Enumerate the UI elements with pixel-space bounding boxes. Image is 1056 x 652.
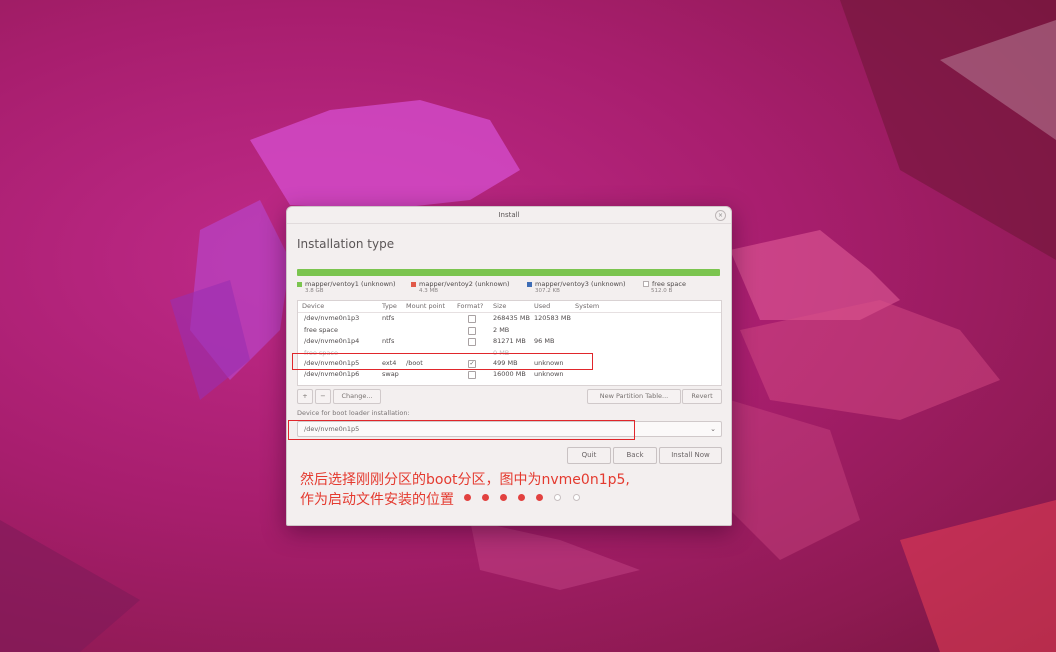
cell-used: 120583 MB xyxy=(534,314,571,322)
progress-dots xyxy=(464,494,586,502)
legend-label: mapper/ventoy1 (unknown) xyxy=(305,280,396,288)
chevron-down-icon: ⌄ xyxy=(710,425,716,433)
table-header: Device Type Mount point Format? Size Use… xyxy=(298,301,721,313)
format-checkbox[interactable] xyxy=(468,371,476,379)
cell-device: free space xyxy=(304,325,338,334)
partition-legend: mapper/ventoy1 (unknown) 3.8 GB mapper/v… xyxy=(297,280,727,298)
new-partition-table-button[interactable]: New Partition Table... xyxy=(587,389,681,404)
progress-dot xyxy=(536,494,544,501)
format-checkbox[interactable] xyxy=(468,315,476,323)
column-size[interactable]: Size xyxy=(493,302,506,310)
color-swatch xyxy=(411,281,416,287)
annotation-line: 然后选择刚刚分区的boot分区，图中为nvme0n1p5, xyxy=(300,472,630,488)
close-icon[interactable]: × xyxy=(715,210,726,221)
partition-table: Device Type Mount point Format? Size Use… xyxy=(297,300,722,386)
boot-loader-label: Device for boot loader installation: xyxy=(297,409,410,417)
progress-dot xyxy=(554,494,562,501)
revert-button[interactable]: Revert xyxy=(682,389,722,404)
partition-usage-bar xyxy=(297,269,720,276)
cell-type: swap xyxy=(382,370,399,378)
highlight-box-boot-row xyxy=(292,353,593,370)
window-title: Install xyxy=(498,211,520,219)
cell-size: 268435 MB xyxy=(493,314,530,322)
legend-size: 512.0 B xyxy=(651,288,673,294)
cell-type: ntfs xyxy=(382,337,395,345)
column-mount-point[interactable]: Mount point xyxy=(406,302,445,310)
legend-item-ventoy1: mapper/ventoy1 (unknown) 3.8 GB xyxy=(297,280,396,294)
remove-partition-button[interactable]: − xyxy=(315,389,331,404)
cell-device: /dev/nvme0n1p3 xyxy=(304,314,360,322)
column-format[interactable]: Format? xyxy=(457,302,483,310)
page-title: Installation type xyxy=(297,237,395,251)
progress-dot xyxy=(464,494,471,501)
progress-dot xyxy=(482,494,490,501)
legend-label: mapper/ventoy3 (unknown) xyxy=(535,280,626,288)
table-row[interactable]: /dev/nvme0n1p4 ntfs 81271 MB 96 MB xyxy=(298,336,721,348)
window-titlebar: Install × xyxy=(287,207,731,224)
install-now-button[interactable]: Install Now xyxy=(659,447,722,464)
legend-size: 4.3 MB xyxy=(419,288,439,294)
cell-type: ntfs xyxy=(382,314,395,322)
legend-item-ventoy3: mapper/ventoy3 (unknown) 307.2 KB xyxy=(527,280,626,294)
legend-item-ventoy2: mapper/ventoy2 (unknown) 4.3 MB xyxy=(411,280,510,294)
table-row[interactable]: free space 2 MB xyxy=(298,325,721,337)
progress-dot xyxy=(572,494,580,501)
progress-dot xyxy=(500,494,508,501)
column-used[interactable]: Used xyxy=(534,302,550,310)
cell-used: unknown xyxy=(534,370,564,378)
legend-size: 3.8 GB xyxy=(305,288,324,294)
highlight-box-boot-loader xyxy=(288,420,635,440)
quit-button[interactable]: Quit xyxy=(567,447,611,464)
format-checkbox[interactable] xyxy=(468,338,476,346)
cell-size: 81271 MB xyxy=(493,337,526,345)
format-checkbox[interactable] xyxy=(468,326,476,335)
back-button[interactable]: Back xyxy=(613,447,657,464)
color-swatch xyxy=(527,281,532,287)
legend-item-free-space: free space 512.0 B xyxy=(643,280,686,294)
legend-label: mapper/ventoy2 (unknown) xyxy=(419,280,510,288)
change-partition-button[interactable]: Change... xyxy=(333,389,381,404)
legend-label: free space xyxy=(652,280,686,288)
column-device[interactable]: Device xyxy=(302,302,324,310)
cell-device: /dev/nvme0n1p4 xyxy=(304,337,360,345)
cell-size: 16000 MB xyxy=(493,370,526,378)
color-swatch xyxy=(297,281,302,287)
cell-device: /dev/nvme0n1p6 xyxy=(304,370,360,378)
color-swatch xyxy=(643,281,649,287)
legend-size: 307.2 KB xyxy=(535,288,560,294)
table-row[interactable]: /dev/nvme0n1p3 ntfs 268435 MB 120583 MB xyxy=(298,313,721,325)
progress-dot xyxy=(518,494,526,501)
column-type[interactable]: Type xyxy=(382,302,397,310)
table-row[interactable]: /dev/nvme0n1p6 swap 16000 MB unknown xyxy=(298,369,721,381)
cell-size: 2 MB xyxy=(493,325,510,334)
add-partition-button[interactable]: + xyxy=(297,389,313,404)
annotation-text: 然后选择刚刚分区的boot分区，图中为nvme0n1p5, 作为启动文件安装的位… xyxy=(300,470,630,510)
column-system[interactable]: System xyxy=(575,302,599,310)
cell-used: 96 MB xyxy=(534,337,555,345)
